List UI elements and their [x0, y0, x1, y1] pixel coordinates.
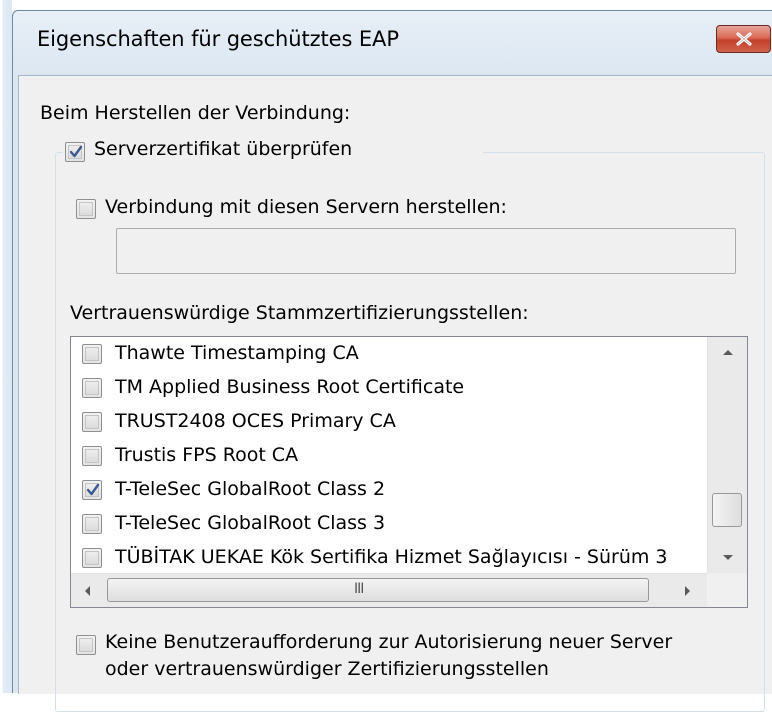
vertical-scrollbar[interactable] [707, 337, 747, 573]
ca-checkbox[interactable] [82, 548, 102, 568]
ca-checkbox[interactable] [82, 378, 102, 398]
list-item[interactable]: TÜBİTAK UEKAE Kök Sertifika Hizmet Sağla… [71, 541, 707, 575]
scroll-down-arrow-icon[interactable] [723, 555, 733, 560]
section-label: Beim Herstellen der Verbindung: [40, 102, 351, 124]
ca-label: TRUST2408 OCES Primary CA [115, 410, 396, 432]
ca-checkbox[interactable] [82, 344, 102, 364]
trusted-roots-label: Vertrauenswürdige Stammzertifizierungsst… [70, 302, 529, 324]
scroll-grip-icon: III [354, 581, 364, 597]
background-window-edge [0, 0, 12, 693]
ca-label: Thawte Timestamping CA [115, 342, 359, 364]
ca-checkbox[interactable] [82, 446, 102, 466]
ca-label: T-TeleSec GlobalRoot Class 2 [115, 478, 386, 500]
list-item[interactable]: Trustis FPS Root CA [71, 439, 707, 473]
ca-label: Trustis FPS Root CA [115, 444, 299, 466]
close-button[interactable] [716, 25, 771, 53]
connect-servers-label[interactable]: Verbindung mit diesen Servern herstellen… [105, 196, 507, 218]
list-item[interactable]: TRUST2408 OCES Primary CA [71, 405, 707, 439]
dialog-title: Eigenschaften für geschütztes EAP [37, 27, 399, 51]
close-icon [735, 32, 752, 46]
scroll-left-arrow-icon[interactable] [85, 586, 90, 596]
list-item[interactable]: Thawte Timestamping CA [71, 337, 707, 371]
ca-checkbox[interactable] [82, 514, 102, 534]
horizontal-scrollbar[interactable]: III [71, 573, 707, 607]
checkmark-icon [69, 145, 83, 158]
horizontal-scroll-thumb[interactable]: III [107, 578, 649, 602]
scroll-right-arrow-icon[interactable] [685, 586, 690, 596]
checkmark-icon [86, 483, 100, 496]
scroll-up-arrow-icon[interactable] [723, 350, 733, 355]
trusted-root-ca-list[interactable]: Thawte Timestamping CA TM Applied Busine… [70, 336, 748, 608]
ca-label: TM Applied Business Root Certificate [115, 376, 465, 398]
list-item[interactable]: TM Applied Business Root Certificate [71, 371, 707, 405]
dialog-client-area: Beim Herstellen der Verbindung: Serverze… [18, 75, 772, 712]
ca-checkbox[interactable] [82, 412, 102, 432]
connect-servers-checkbox[interactable] [76, 199, 96, 219]
verify-cert-checkbox[interactable] [65, 142, 85, 162]
no-prompt-label-line1[interactable]: Keine Benutzeraufforderung zur Autorisie… [105, 631, 672, 653]
no-prompt-label-line2[interactable]: oder vertrauenswürdiger Zertifizierungss… [105, 658, 549, 680]
no-prompt-checkbox[interactable] [76, 635, 96, 655]
list-item[interactable]: T-TeleSec GlobalRoot Class 3 [71, 507, 707, 541]
scrollbar-corner [707, 573, 747, 607]
ca-label: T-TeleSec GlobalRoot Class 3 [115, 512, 386, 534]
verify-cert-label[interactable]: Serverzertifikat überprüfen [94, 138, 352, 160]
vertical-scroll-thumb[interactable] [712, 493, 742, 527]
list-item[interactable]: T-TeleSec GlobalRoot Class 2 [71, 473, 707, 507]
eap-properties-dialog: Eigenschaften für geschütztes EAP Beim H… [12, 10, 772, 712]
title-bar[interactable]: Eigenschaften für geschütztes EAP [13, 11, 772, 75]
ca-checkbox[interactable] [82, 480, 102, 500]
ca-label: TÜBİTAK UEKAE Kök Sertifika Hizmet Sağla… [115, 546, 668, 568]
server-names-field[interactable] [116, 228, 736, 274]
